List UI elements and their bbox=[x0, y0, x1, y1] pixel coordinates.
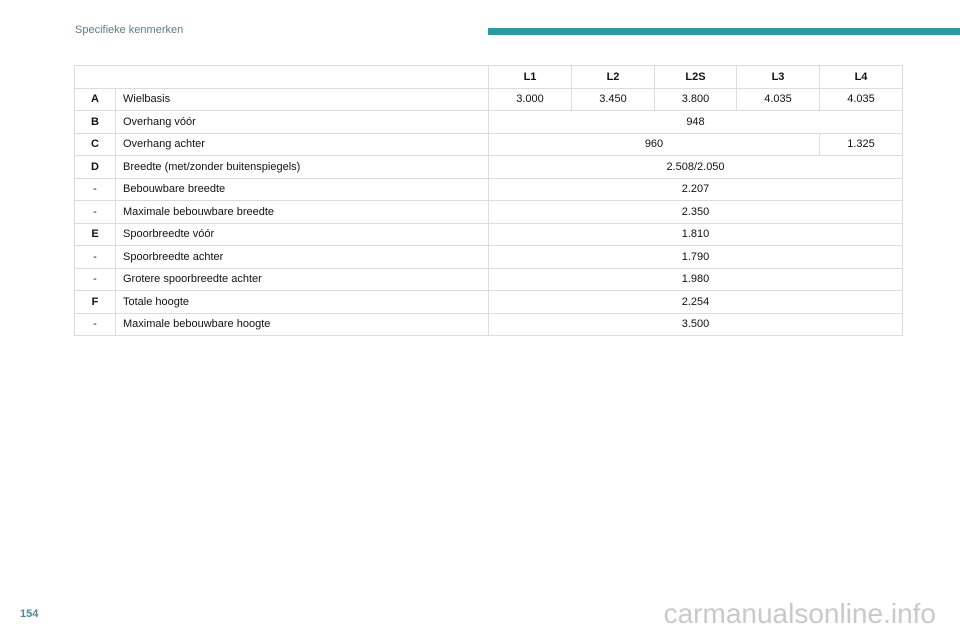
table-row: - Bebouwbare breedte 2.207 bbox=[74, 177, 903, 201]
row-label: Grotere spoorbreedte achter bbox=[115, 267, 489, 291]
row-value: 1.790 bbox=[488, 245, 903, 269]
row-value: 960 bbox=[488, 132, 820, 156]
row-value: 2.254 bbox=[488, 290, 903, 314]
row-code: B bbox=[74, 110, 116, 134]
table-row: E Spoorbreedte vóór 1.810 bbox=[74, 222, 903, 246]
row-value: 3.500 bbox=[488, 312, 903, 336]
row-code: D bbox=[74, 155, 116, 179]
row-label: Spoorbreedte vóór bbox=[115, 222, 489, 246]
row-label: Wielbasis bbox=[115, 87, 489, 111]
column-header-l3: L3 bbox=[736, 65, 820, 89]
table-row: D Breedte (met/zonder buitenspiegels) 2.… bbox=[74, 155, 903, 179]
row-label: Maximale bebouwbare breedte bbox=[115, 200, 489, 224]
table-row: C Overhang achter 960 1.325 bbox=[74, 132, 903, 156]
row-value: 1.810 bbox=[488, 222, 903, 246]
table-row: A Wielbasis 3.000 3.450 3.800 4.035 4.03… bbox=[74, 87, 903, 111]
row-label: Breedte (met/zonder buitenspiegels) bbox=[115, 155, 489, 179]
row-value: 948 bbox=[488, 110, 903, 134]
row-code: C bbox=[74, 132, 116, 156]
table-row: F Totale hoogte 2.254 bbox=[74, 290, 903, 314]
page-number: 154 bbox=[20, 608, 39, 620]
dimensions-table: L1 L2 L2S L3 L4 A Wielbasis 3.000 3.450 … bbox=[74, 65, 903, 336]
column-header-l2s: L2S bbox=[654, 65, 737, 89]
row-label: Spoorbreedte achter bbox=[115, 245, 489, 269]
row-code: - bbox=[74, 245, 116, 269]
watermark: carmanualsonline.info bbox=[663, 598, 936, 629]
row-value: 4.035 bbox=[819, 87, 903, 111]
row-label: Totale hoogte bbox=[115, 290, 489, 314]
row-value: 3.000 bbox=[488, 87, 572, 111]
table-row: - Grotere spoorbreedte achter 1.980 bbox=[74, 267, 903, 291]
row-code: A bbox=[74, 87, 116, 111]
row-code: E bbox=[74, 222, 116, 246]
row-value: 2.350 bbox=[488, 200, 903, 224]
row-label: Maximale bebouwbare hoogte bbox=[115, 312, 489, 336]
header-empty-cell bbox=[74, 65, 489, 89]
row-value: 2.508/2.050 bbox=[488, 155, 903, 179]
column-header-l4: L4 bbox=[819, 65, 903, 89]
table-row: - Spoorbreedte achter 1.790 bbox=[74, 245, 903, 269]
row-value: 1.325 bbox=[819, 132, 903, 156]
row-code: - bbox=[74, 177, 116, 201]
column-header-l2: L2 bbox=[571, 65, 655, 89]
header-accent-bar bbox=[488, 28, 960, 35]
table-header-row: L1 L2 L2S L3 L4 bbox=[74, 65, 903, 89]
row-label: Overhang vóór bbox=[115, 110, 489, 134]
row-label: Overhang achter bbox=[115, 132, 489, 156]
table-row: - Maximale bebouwbare breedte 2.350 bbox=[74, 200, 903, 224]
table-row: B Overhang vóór 948 bbox=[74, 110, 903, 134]
row-code: - bbox=[74, 312, 116, 336]
row-value: 4.035 bbox=[736, 87, 820, 111]
row-value: 3.800 bbox=[654, 87, 737, 111]
row-code: F bbox=[74, 290, 116, 314]
column-header-l1: L1 bbox=[488, 65, 572, 89]
table-row: - Maximale bebouwbare hoogte 3.500 bbox=[74, 312, 903, 336]
row-code: - bbox=[74, 267, 116, 291]
row-label: Bebouwbare breedte bbox=[115, 177, 489, 201]
row-value: 2.207 bbox=[488, 177, 903, 201]
row-value: 3.450 bbox=[571, 87, 655, 111]
row-code: - bbox=[74, 200, 116, 224]
row-value: 1.980 bbox=[488, 267, 903, 291]
section-title: Specifieke kenmerken bbox=[75, 24, 184, 36]
